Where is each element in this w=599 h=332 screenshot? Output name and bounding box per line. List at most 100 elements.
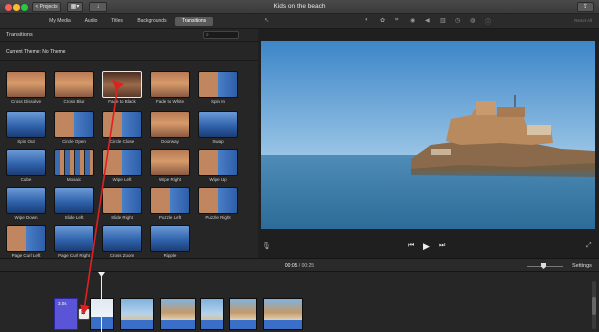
transition-thumbnail[interactable] [150, 71, 190, 98]
transition-thumbnail[interactable] [150, 225, 190, 252]
view-toggle-button[interactable]: ▦▾ [67, 2, 83, 12]
transition-thumbnail[interactable] [6, 187, 46, 214]
transition-thumbnail[interactable] [54, 71, 94, 98]
close-window-button[interactable] [5, 4, 12, 11]
magic-wand-icon[interactable]: ↖ [264, 17, 269, 24]
transition-marker[interactable]: ⧉ [78, 308, 90, 320]
transitions-browser: Transitions ⌕ Current Theme: No Theme Cr… [0, 29, 258, 258]
transition-label: Cross Dissolve [10, 99, 41, 104]
share-button[interactable]: ⇪ [577, 2, 594, 12]
transition-thumbnail[interactable] [54, 187, 94, 214]
transition-thumbnail[interactable] [198, 71, 238, 98]
transition-icon: ⧉ [81, 310, 86, 316]
tab-backgrounds[interactable]: Backgrounds [133, 17, 171, 26]
tab-my-media[interactable]: My Media [46, 17, 74, 26]
title-bar: < Projects ▦▾ ↓ Kids on the beach ⇪ [0, 0, 599, 14]
transition-thumbnail[interactable] [198, 149, 238, 176]
timecode-display: 00:05 / 00:25 [0, 263, 599, 269]
video-clip[interactable] [160, 298, 196, 330]
theme-row: Current Theme: No Theme [0, 43, 258, 61]
info-icon[interactable]: ⓘ [485, 17, 491, 26]
transition-thumbnail[interactable] [150, 111, 190, 138]
video-clip[interactable] [229, 298, 257, 330]
timeline-settings-button[interactable]: Settings [572, 263, 592, 269]
playhead[interactable] [101, 272, 102, 332]
video-clip[interactable] [200, 298, 224, 330]
zoom-window-button[interactable] [21, 4, 28, 11]
timeline-scrollbar-thumb[interactable] [592, 297, 596, 315]
transition-thumbnail[interactable] [198, 187, 238, 214]
viewer: 🎙 ⏮ ▶ ⏭ ⤢ [258, 29, 599, 258]
skip-back-icon[interactable]: ⏮ [408, 242, 414, 250]
playhead-handle[interactable] [98, 272, 105, 277]
tab-titles[interactable]: Titles [106, 17, 128, 26]
reset-all-button[interactable]: Reset All [574, 18, 592, 23]
transitions-title: Transitions [6, 32, 33, 38]
search-icon: ⌕ [206, 32, 209, 38]
transition-thumbnail[interactable] [102, 111, 142, 138]
transition-thumbnail[interactable] [6, 149, 46, 176]
import-arrow-icon: ↓ [96, 4, 100, 10]
current-theme-label[interactable]: Current Theme: No Theme [6, 49, 66, 55]
crop-icon[interactable]: ⌗ [395, 17, 398, 24]
transition-label: Spin In [210, 99, 225, 104]
transition-thumbnail[interactable] [198, 111, 238, 138]
transition-thumbnail[interactable] [102, 71, 142, 98]
transition-label: Swap [212, 139, 224, 144]
transition-label: Circle Close [109, 139, 135, 144]
search-input[interactable]: ⌕ [203, 31, 239, 39]
transition-thumbnail[interactable] [102, 187, 142, 214]
transition-thumbnail[interactable] [6, 111, 46, 138]
transition-label: Wipe Up [209, 177, 227, 182]
stabilization-icon[interactable]: ◉ [410, 17, 415, 24]
projects-button[interactable]: < Projects [32, 2, 61, 12]
transition-label: Fade to Black [108, 99, 136, 104]
play-icon[interactable]: ▶ [423, 241, 430, 252]
noise-reduction-icon[interactable]: ▥ [440, 17, 446, 24]
import-button[interactable]: ↓ [89, 2, 107, 12]
video-clip[interactable] [263, 298, 303, 330]
title-clip-duration: 3.0s [58, 301, 67, 306]
filter-icon[interactable]: ◍ [470, 17, 475, 24]
library-tabs: My Media Audio Titles Backgrounds Transi… [0, 14, 258, 29]
transition-label: Wipe Right [158, 177, 181, 182]
transition-thumbnail[interactable] [102, 225, 142, 252]
skip-forward-icon[interactable]: ⏭ [439, 242, 445, 250]
minimize-window-button[interactable] [13, 4, 20, 11]
transition-label: Fade to White [155, 99, 184, 104]
timeline[interactable]: 3.0s ⧉ [0, 272, 599, 332]
color-balance-icon[interactable]: ◐ [365, 17, 369, 23]
color-correction-icon[interactable]: ✿ [380, 17, 385, 24]
microphone-icon[interactable]: 🎙 [262, 242, 271, 250]
tab-transitions[interactable]: Transitions [175, 17, 213, 26]
transition-thumbnail[interactable] [6, 225, 46, 252]
transition-label: Doorway [161, 139, 179, 144]
transition-thumbnail[interactable] [54, 149, 94, 176]
transition-label: Wipe Down [14, 215, 38, 220]
title-clip[interactable]: 3.0s [54, 298, 78, 330]
transition-thumbnail[interactable] [6, 71, 46, 98]
timeline-header: 00:05 / 00:25 Settings [0, 258, 599, 272]
current-time: 00:05 [284, 263, 298, 269]
playback-controls: 🎙 ⏮ ▶ ⏭ ⤢ [258, 241, 599, 253]
video-clip[interactable] [90, 298, 114, 330]
transition-thumbnail[interactable] [150, 149, 190, 176]
transition-label: Mosaic [66, 177, 82, 182]
speed-icon[interactable]: ◷ [455, 17, 460, 24]
transition-label: Slide Right [111, 215, 133, 220]
transition-label: Cross Blur [63, 99, 85, 104]
share-icon: ⇪ [582, 4, 589, 10]
transition-thumbnail[interactable] [150, 187, 190, 214]
fullscreen-icon[interactable]: ⤢ [586, 242, 592, 250]
transition-thumbnail[interactable] [54, 225, 94, 252]
volume-icon[interactable]: ◀ [425, 17, 430, 24]
tab-audio[interactable]: Audio [81, 17, 101, 26]
beach-scene-image [261, 41, 595, 229]
video-preview[interactable] [261, 41, 595, 229]
transition-label: Circle Open [62, 139, 86, 144]
transition-thumbnail[interactable] [102, 149, 142, 176]
video-clip[interactable] [120, 298, 154, 330]
transition-label: Spin Out [17, 139, 35, 144]
transition-thumbnail[interactable] [54, 111, 94, 138]
transitions-header: Transitions ⌕ [0, 29, 258, 42]
